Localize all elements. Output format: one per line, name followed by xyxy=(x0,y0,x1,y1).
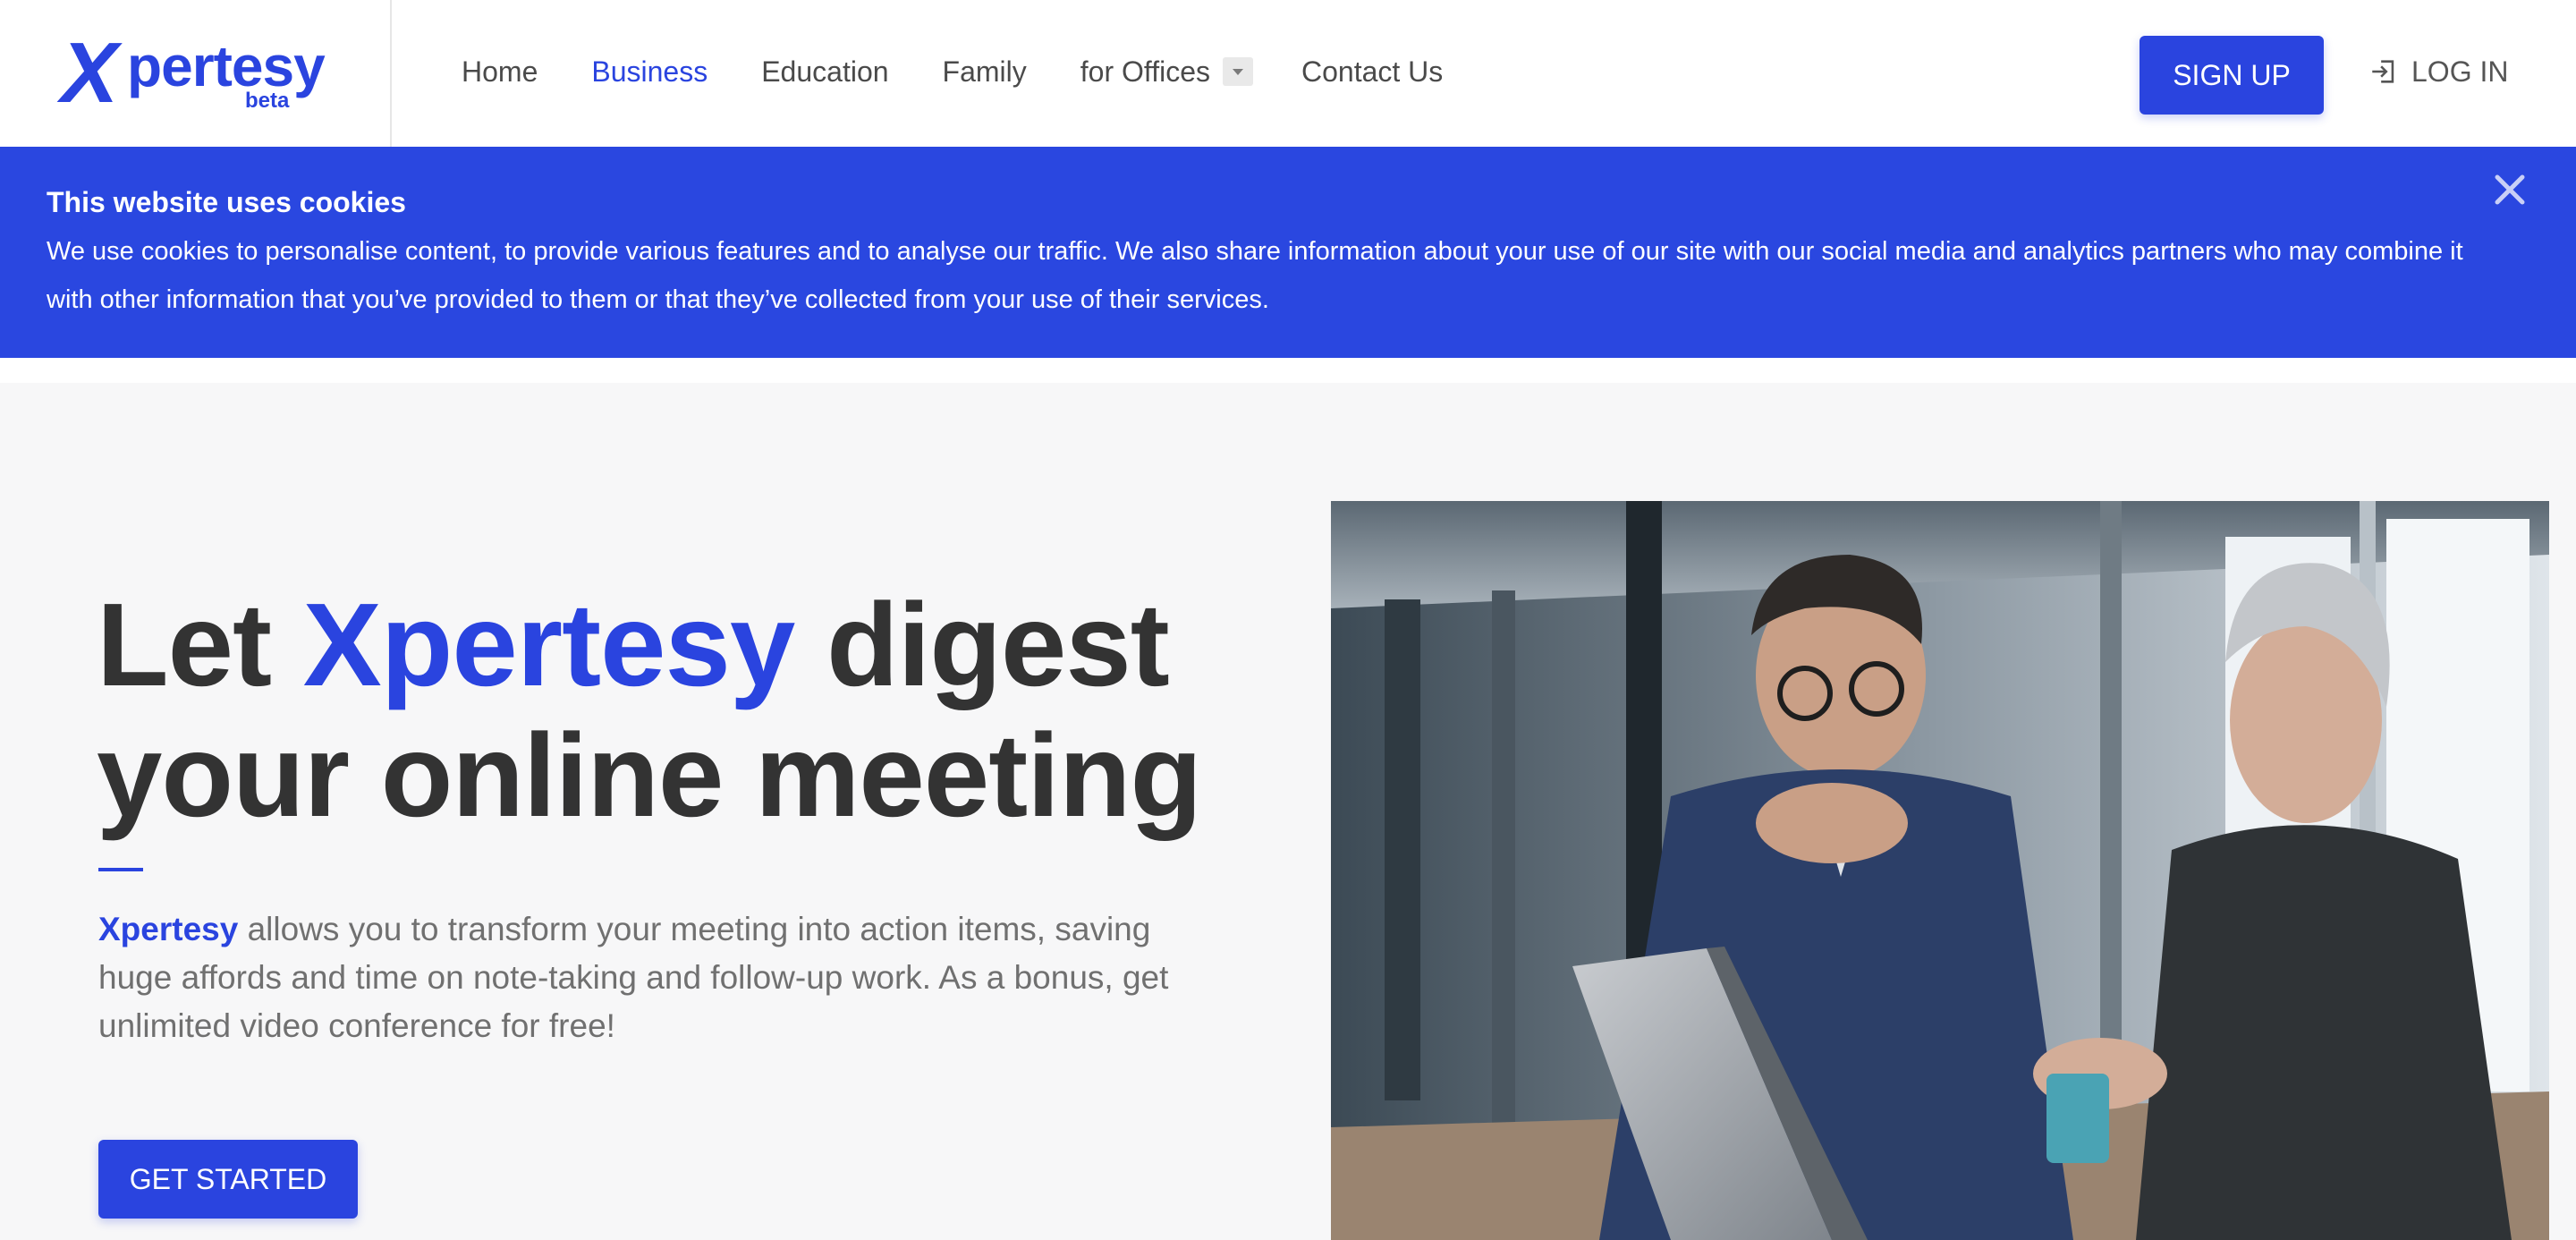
hero-title-brand: Xpertesy xyxy=(302,579,796,710)
logo-initial: X xyxy=(61,25,118,121)
banner-spacer xyxy=(0,358,2576,383)
log-in-link[interactable]: LOG IN xyxy=(2368,50,2508,93)
nav-link-business[interactable]: Business xyxy=(591,50,708,93)
hero-title: Let Xpertesy digest your online meeting xyxy=(97,580,1259,841)
hero-accent-rule xyxy=(98,868,143,871)
nav-divider xyxy=(390,0,392,147)
nav-link-education[interactable]: Education xyxy=(761,50,888,93)
nav-link-for-offices[interactable]: for Offices xyxy=(1080,50,1210,93)
cookie-banner-title: This website uses cookies xyxy=(47,186,406,218)
cookie-banner: This website uses cookies We use cookies… xyxy=(0,147,2576,358)
sign-up-button[interactable]: SIGN UP xyxy=(2140,36,2324,115)
nav-dropdown-offices[interactable]: for Offices xyxy=(1080,50,1253,93)
xpertesy-logo[interactable]: X pertesy beta xyxy=(61,30,329,116)
top-navbar: X pertesy beta Home Business Education F… xyxy=(0,0,2576,147)
cookie-banner-text: We use cookies to personalise content, t… xyxy=(47,237,2463,314)
nav-link-family[interactable]: Family xyxy=(943,50,1027,93)
login-icon xyxy=(2372,60,2394,83)
logo-beta-tag: beta xyxy=(245,89,290,113)
nav-link-home[interactable]: Home xyxy=(462,50,538,93)
get-started-button[interactable]: GET STARTED xyxy=(98,1140,358,1219)
hero-title-prefix: Let xyxy=(97,579,303,710)
log-in-label: LOG IN xyxy=(2411,55,2509,88)
close-icon[interactable] xyxy=(2490,170,2529,209)
business-meeting-photo xyxy=(1331,501,2549,1240)
chevron-down-icon[interactable] xyxy=(1222,57,1253,86)
main-nav: Home Business Education Family for Offic… xyxy=(462,50,1496,93)
hero-description: Xpertesy allows you to transform your me… xyxy=(98,905,1208,1050)
hero-desc-text: allows you to transform your meeting int… xyxy=(98,911,1169,1044)
logo-wordmark: pertesy xyxy=(127,34,326,98)
nav-link-contact-us[interactable]: Contact Us xyxy=(1301,50,1443,93)
hero-desc-brand: Xpertesy xyxy=(98,911,239,947)
